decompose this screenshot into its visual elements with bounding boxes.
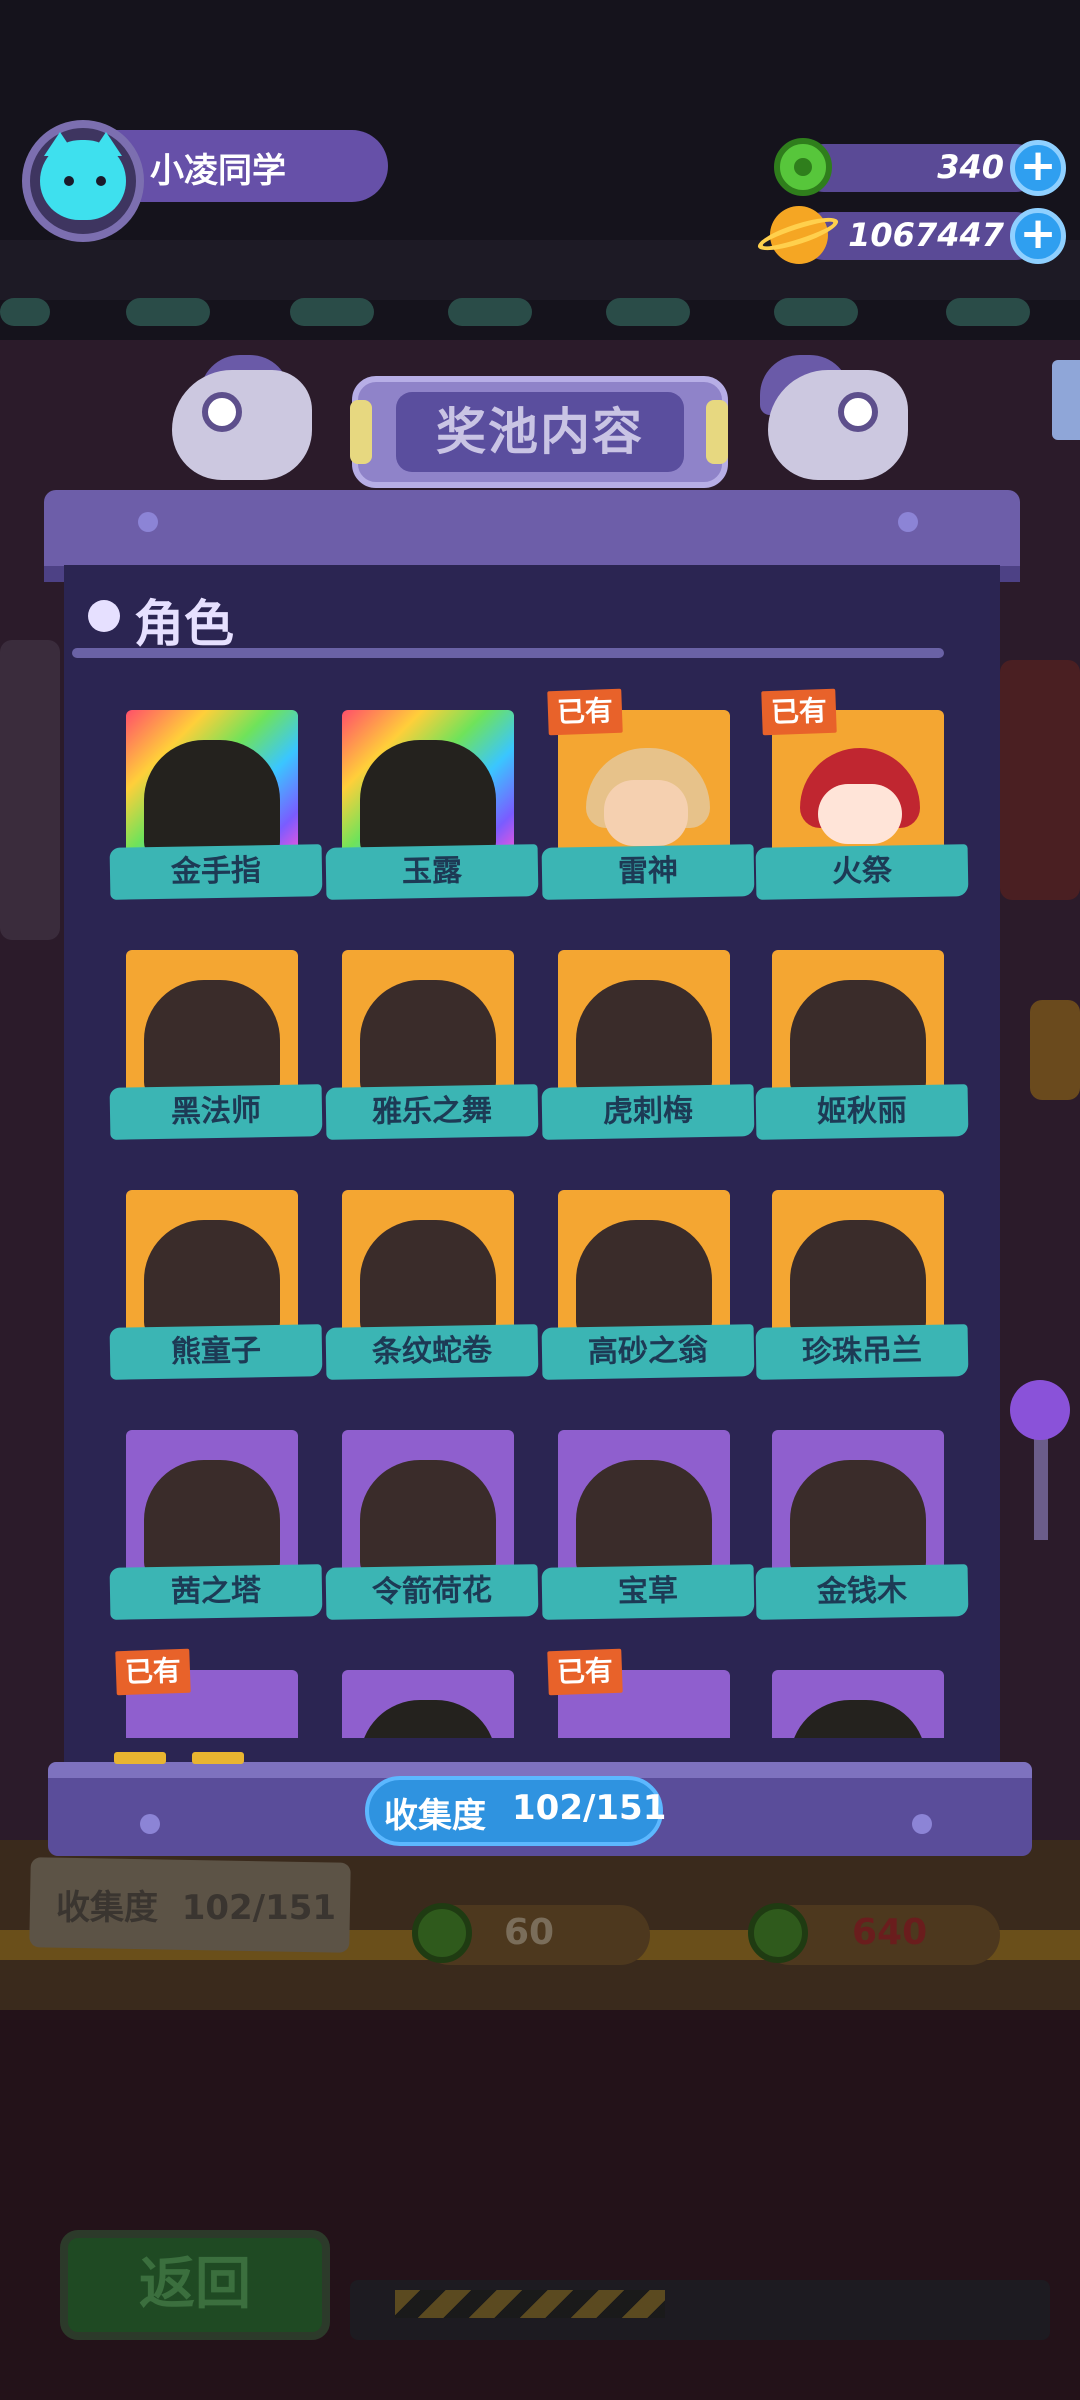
locked-silhouette: [360, 1220, 496, 1340]
character-name: 宝草: [541, 1564, 755, 1620]
character-name: 珍珠吊兰: [755, 1324, 969, 1380]
locked-silhouette: [144, 740, 280, 860]
locked-silhouette: [360, 980, 496, 1100]
locked-silhouette: [576, 1220, 712, 1340]
locked-silhouette: [144, 980, 280, 1100]
character-card[interactable]: 火祭 已有: [755, 688, 969, 920]
character-card[interactable]: 令箭荷花: [325, 1430, 539, 1640]
character-card[interactable]: 姬秋丽: [755, 950, 969, 1160]
character-card[interactable]: 雷神 已有: [541, 688, 755, 920]
character-card[interactable]: 黑法师: [109, 950, 323, 1160]
section-bullet: [88, 600, 120, 632]
bg-donut-icon: [412, 1903, 472, 1963]
character-name: 熊童子: [109, 1324, 323, 1380]
owned-badge: 已有: [761, 688, 837, 736]
character-name: 火祭: [755, 844, 969, 900]
locked-silhouette: [790, 1460, 926, 1580]
add-planet-button[interactable]: +: [1010, 208, 1066, 264]
owned-badge: 已有: [547, 1648, 623, 1696]
cyan-cat-icon: [40, 140, 126, 220]
character-name: 茜之塔: [109, 1564, 323, 1620]
character-card[interactable]: 已有: [542, 1648, 754, 1738]
locked-silhouette: [144, 1460, 280, 1580]
bg-collection-label: 收集度 102/151: [56, 1888, 337, 1928]
character-name: 姬秋丽: [755, 1084, 969, 1140]
character-card[interactable]: 已有: [110, 1648, 322, 1738]
owned-badge: 已有: [547, 688, 623, 736]
character-card[interactable]: [756, 1670, 968, 1738]
add-donut-button[interactable]: +: [1010, 140, 1066, 196]
locked-silhouette: [576, 1460, 712, 1580]
character-name: 雅乐之舞: [325, 1084, 539, 1140]
section-title: 角色: [134, 595, 234, 653]
character-face: [604, 780, 688, 846]
donut-count: 340: [937, 148, 1004, 186]
character-card[interactable]: 玉露: [325, 710, 539, 920]
lever-knob[interactable]: [1010, 1380, 1070, 1440]
modal-title: 奖池内容: [396, 392, 684, 472]
locked-silhouette: [144, 1220, 280, 1340]
bg-price-2: 640: [852, 1912, 928, 1953]
locked-silhouette: [790, 1220, 926, 1340]
character-name: 条纹蛇卷: [325, 1324, 539, 1380]
character-card[interactable]: 熊童子: [109, 1190, 323, 1400]
locked-silhouette: [790, 980, 926, 1100]
fish-ornament-right: [768, 370, 908, 480]
character-card[interactable]: 珍珠吊兰: [755, 1190, 969, 1400]
character-card[interactable]: 金手指: [109, 710, 323, 920]
character-name: 虎刺梅: [541, 1084, 755, 1140]
bg-donut-icon: [748, 1903, 808, 1963]
character-card[interactable]: 条纹蛇卷: [325, 1190, 539, 1400]
back-button[interactable]: 返回: [60, 2230, 330, 2340]
character-name: 黑法师: [109, 1084, 323, 1140]
green-donut-icon: [774, 138, 832, 196]
player-name: 小凌同学: [150, 151, 286, 191]
character-card[interactable]: 虎刺梅: [541, 950, 755, 1160]
collection-value: 102/151: [512, 1788, 667, 1828]
character-name: 令箭荷花: [325, 1564, 539, 1620]
locked-silhouette: [360, 1460, 496, 1580]
section-divider: [72, 648, 944, 658]
character-card[interactable]: 雅乐之舞: [325, 950, 539, 1160]
fish-ornament-left: [172, 370, 312, 480]
bg-price-1: 60: [504, 1912, 555, 1953]
collection-label: 收集度: [384, 1796, 486, 1836]
character-card[interactable]: 高砂之翁: [541, 1190, 755, 1400]
locked-silhouette: [576, 980, 712, 1100]
character-name: 玉露: [325, 844, 539, 900]
character-name: 雷神: [541, 844, 755, 900]
character-card[interactable]: 金钱木: [755, 1430, 969, 1640]
owned-badge: 已有: [115, 1648, 191, 1696]
character-name: 金钱木: [755, 1564, 969, 1620]
character-name: 金手指: [109, 844, 323, 900]
character-grid[interactable]: 金手指 玉露 雷神 已有 火祭 已有 黑法师 雅乐之舞 虎刺梅 姬秋丽 熊童子 条纹蛇卷 高砂之翁 珍珠吊…: [64, 660, 1000, 1738]
character-card[interactable]: 宝草: [541, 1430, 755, 1640]
locked-silhouette: [360, 740, 496, 860]
share-icon[interactable]: [1052, 360, 1080, 440]
character-card[interactable]: 茜之塔: [109, 1430, 323, 1640]
character-name: 高砂之翁: [541, 1324, 755, 1380]
character-card[interactable]: [326, 1670, 538, 1738]
planet-count: 1067447: [848, 216, 1004, 254]
character-face: [818, 784, 902, 844]
